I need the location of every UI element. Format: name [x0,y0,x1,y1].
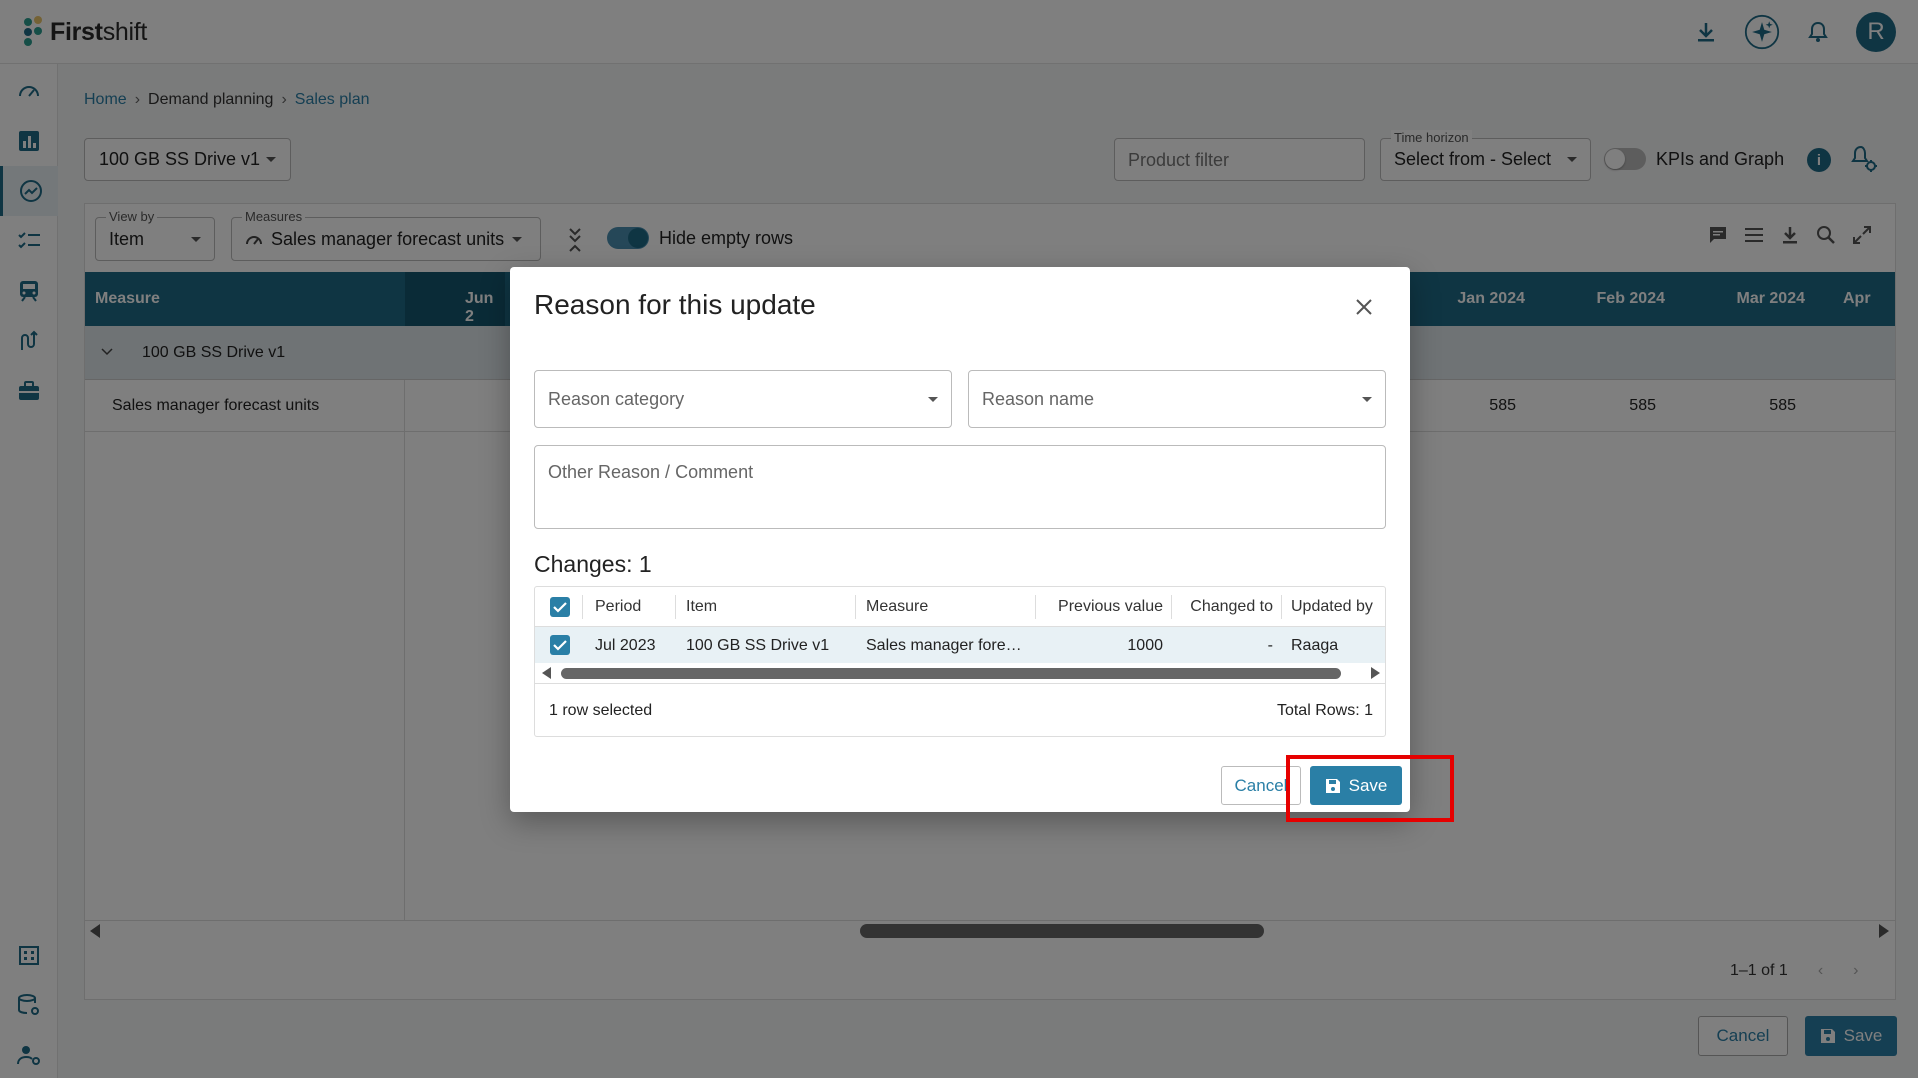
scroll-left-icon[interactable] [542,667,551,679]
changes-count: Changes: 1 [534,551,652,577]
column-divider [1281,595,1282,619]
reason-category-select[interactable]: Reason category [534,370,952,428]
save-highlight-box [1286,755,1454,822]
changes-table-row[interactable]: Jul 2023 100 GB SS Drive v1 Sales manage… [535,627,1385,663]
selected-rows-text: 1 row selected [549,702,653,719]
changes-table-footer: 1 row selected Total Rows: 1 [535,683,1385,736]
column-header-item[interactable]: Item [686,598,717,616]
column-header-previous-value[interactable]: Previous value [1051,598,1163,616]
scroll-right-icon[interactable] [1371,667,1380,679]
row-updated-by: Raaga [1291,637,1339,654]
select-all-checkbox[interactable] [550,597,570,617]
scrollbar-thumb[interactable] [561,668,1341,679]
column-divider [1035,595,1036,619]
column-divider [855,595,856,619]
changes-horizontal-scrollbar[interactable] [535,663,1385,683]
column-divider [675,595,676,619]
column-header-period[interactable]: Period [595,598,641,616]
row-measure: Sales manager fore… [866,637,1022,654]
reason-dialog: Reason for this update Reason category R… [510,267,1410,812]
close-icon[interactable] [1352,295,1376,319]
chevron-down-icon [928,396,938,402]
row-period: Jul 2023 [595,637,656,654]
row-changed-to: - [1267,637,1273,654]
changes-table-header: Period Item Measure Previous value Chang… [535,587,1385,627]
chevron-down-icon [1362,396,1372,402]
comment-textarea[interactable]: Other Reason / Comment [534,445,1386,529]
row-checkbox[interactable] [550,635,570,655]
row-previous-value: 1000 [1127,637,1163,654]
dialog-title: Reason for this update [534,289,816,320]
total-rows-text: Total Rows: 1 [1276,702,1373,719]
reason-name-placeholder: Reason name [982,388,1095,409]
column-header-measure[interactable]: Measure [866,598,928,616]
column-header-changed-to[interactable]: Changed to [1175,598,1273,616]
reason-category-placeholder: Reason category [548,388,685,409]
column-divider [1171,595,1172,619]
row-item: 100 GB SS Drive v1 [686,637,830,654]
changes-table: Period Item Measure Previous value Chang… [534,586,1386,737]
column-header-updated-by[interactable]: Updated by [1291,598,1373,616]
column-divider [582,595,583,619]
reason-name-select[interactable]: Reason name [968,370,1386,428]
